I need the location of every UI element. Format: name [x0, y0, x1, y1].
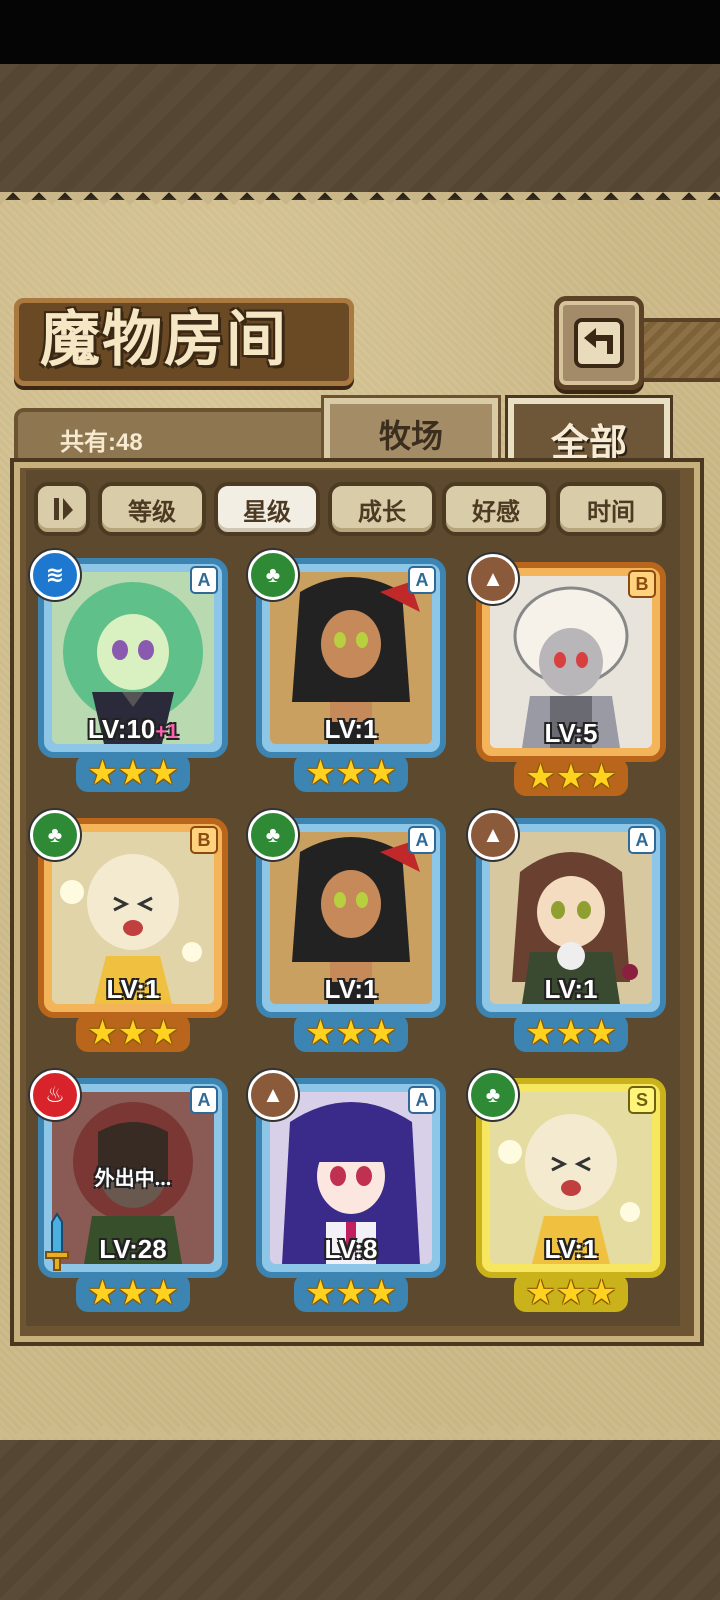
- star-rating: ★ ★ ★: [294, 1014, 408, 1052]
- star-icon: ★: [87, 1014, 118, 1052]
- star-icon: ★: [305, 1274, 336, 1312]
- water-element-icon: ≋: [30, 550, 80, 600]
- rank-badge: A: [190, 1086, 218, 1114]
- tab-pasture[interactable]: 牧场: [321, 395, 501, 473]
- star-icon: ★: [586, 1014, 617, 1052]
- wood-element-icon: ♣: [248, 550, 298, 600]
- level-label: LV:1: [324, 974, 378, 1004]
- star-rating: ★ ★ ★: [76, 1274, 190, 1312]
- monster-card[interactable]: A ▲ LV:1 ★ ★ ★: [468, 810, 666, 1052]
- level-label: LV:10+1: [38, 714, 228, 745]
- star-icon: ★: [525, 758, 556, 796]
- page-title: 魔物房间: [40, 305, 288, 375]
- back-button[interactable]: [554, 296, 644, 390]
- level-label: LV:1: [544, 974, 598, 1004]
- star-icon: ★: [305, 1014, 336, 1052]
- level-label: LV:1: [324, 714, 378, 744]
- monster-card[interactable]: A ♣ LV:1 ★ ★ ★: [248, 550, 446, 792]
- star-icon: ★: [366, 1274, 397, 1312]
- rank-badge: B: [190, 826, 218, 854]
- star-icon: ★: [87, 1274, 118, 1312]
- bottom-map-band: [0, 1440, 720, 1600]
- star-icon: ★: [586, 1274, 617, 1312]
- star-rating: ★ ★ ★: [294, 754, 408, 792]
- monster-card[interactable]: S ♣ LV:1 ★ ★ ★: [468, 1070, 666, 1312]
- star-icon: ★: [87, 754, 118, 792]
- status-bar: [0, 0, 720, 64]
- star-icon: ★: [586, 758, 617, 796]
- wood-element-icon: ♣: [468, 1070, 518, 1120]
- star-icon: ★: [335, 1014, 367, 1052]
- star-rating: ★ ★ ★: [294, 1274, 408, 1312]
- monster-card[interactable]: B ♣ LV:1 ★ ★ ★: [30, 810, 228, 1052]
- star-icon: ★: [335, 1274, 367, 1312]
- star-icon: ★: [305, 754, 336, 792]
- sort-time-button[interactable]: 时间: [556, 482, 666, 536]
- monster-card[interactable]: A ▲ LV:8 ★ ★ ★: [248, 1070, 446, 1312]
- wood-element-icon: ♣: [248, 810, 298, 860]
- torn-edge-top: [0, 192, 720, 218]
- away-status: 外出中...: [94, 1168, 172, 1190]
- star-icon: ★: [148, 754, 179, 792]
- rank-badge: A: [408, 826, 436, 854]
- star-rating: ★ ★ ★: [514, 1014, 628, 1052]
- rank-badge: A: [408, 566, 436, 594]
- monster-card[interactable]: A ♣ LV:1 ★ ★ ★: [248, 810, 446, 1052]
- sort-order-icon: [54, 498, 73, 520]
- level-label: LV:5: [544, 718, 598, 748]
- star-rating: ★ ★ ★: [514, 1274, 628, 1312]
- sort-level-button[interactable]: 等级: [98, 482, 206, 536]
- star-icon: ★: [525, 1274, 556, 1312]
- sword-icon: [45, 1212, 69, 1271]
- fire-element-icon: ♨: [30, 1070, 80, 1120]
- earth-element-icon: ▲: [468, 554, 518, 604]
- star-rating: ★ ★ ★: [76, 1014, 190, 1052]
- rank-badge: S: [628, 1086, 656, 1114]
- sort-affection-button[interactable]: 好感: [442, 482, 550, 536]
- star-icon: ★: [525, 1014, 556, 1052]
- top-map-band: [0, 64, 720, 198]
- sort-star-button[interactable]: 星级: [214, 482, 320, 536]
- rank-badge: A: [190, 566, 218, 594]
- earth-element-icon: ▲: [468, 810, 518, 860]
- star-icon: ★: [555, 758, 587, 796]
- monster-card[interactable]: A ≋ LV:10+1 ★ ★ ★: [30, 550, 228, 792]
- star-icon: ★: [148, 1014, 179, 1052]
- star-icon: ★: [117, 754, 149, 792]
- star-icon: ★: [335, 754, 367, 792]
- star-rating: ★ ★ ★: [76, 754, 190, 792]
- return-arrow-icon: [574, 318, 624, 368]
- level-value: LV:10: [87, 714, 156, 744]
- level-label: LV:1: [106, 974, 160, 1004]
- rank-badge: A: [628, 826, 656, 854]
- wood-element-icon: ♣: [30, 810, 80, 860]
- star-icon: ★: [117, 1274, 149, 1312]
- star-icon: ★: [366, 754, 397, 792]
- torn-edge-bottom: [0, 1412, 720, 1438]
- earth-element-icon: ▲: [248, 1070, 298, 1120]
- level-bonus: +1: [155, 721, 179, 743]
- rank-badge: A: [408, 1086, 436, 1114]
- monster-card[interactable]: B ▲ LV:5 ★ ★ ★: [468, 554, 666, 796]
- sort-order-toggle[interactable]: [34, 482, 90, 536]
- star-icon: ★: [555, 1274, 587, 1312]
- star-rating: ★ ★ ★: [514, 758, 628, 796]
- star-icon: ★: [148, 1274, 179, 1312]
- level-label: LV:8: [324, 1234, 378, 1264]
- rank-badge: B: [628, 570, 656, 598]
- sort-growth-button[interactable]: 成长: [328, 482, 436, 536]
- monster-count: 共有:48: [60, 429, 143, 456]
- star-icon: ★: [117, 1014, 149, 1052]
- level-label: LV:1: [544, 1234, 598, 1264]
- star-icon: ★: [555, 1014, 587, 1052]
- star-icon: ★: [366, 1014, 397, 1052]
